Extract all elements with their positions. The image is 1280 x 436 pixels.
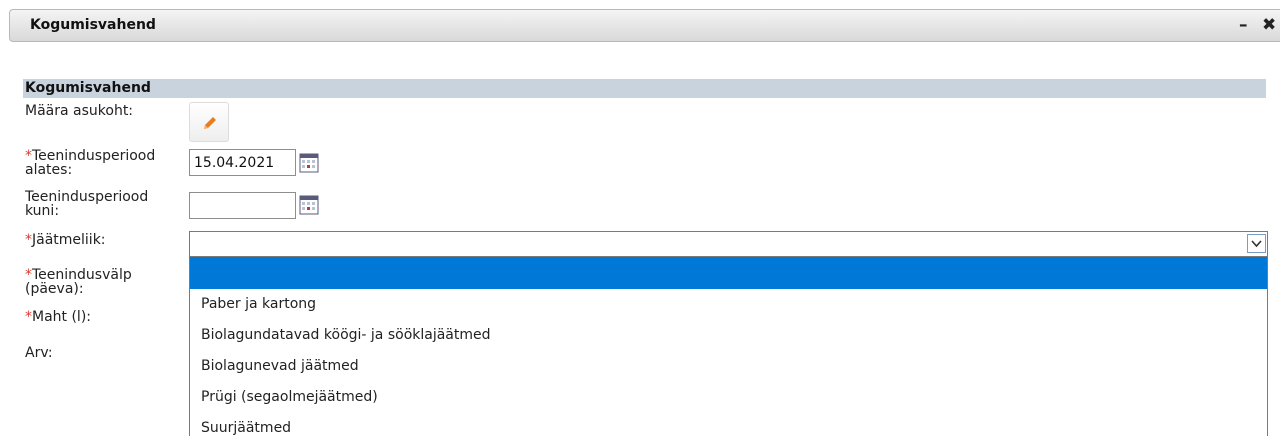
count-label: Arv: (25, 345, 53, 361)
pencil-icon (204, 117, 216, 129)
edit-location-button[interactable] (189, 102, 229, 142)
close-button[interactable]: ✖ (1262, 15, 1276, 35)
window-header: Kogumisvahend – ✖ (9, 9, 1280, 42)
period-from-input[interactable] (189, 149, 296, 176)
waste-type-select[interactable] (189, 231, 1268, 257)
dropdown-option[interactable]: Suurjäätmed (190, 413, 1267, 436)
period-from-label-line2: alates: (25, 162, 73, 178)
calendar-icon[interactable] (299, 195, 319, 215)
required-mark: * (25, 309, 32, 325)
period-to-label-line2: kuni: (25, 203, 60, 219)
period-to-label: Teenindusperiood kuni: (25, 190, 148, 218)
required-mark: * (25, 232, 32, 248)
section-header: Kogumisvahend (23, 79, 1266, 98)
window-title: Kogumisvahend (30, 17, 156, 33)
chevron-down-icon[interactable] (1247, 234, 1266, 253)
location-label: Määra asukoht: (25, 103, 134, 119)
minimize-button[interactable]: – (1239, 15, 1248, 35)
service-interval-label: *Teenindusvälp (päeva): (25, 268, 132, 296)
waste-type-dropdown-list[interactable]: Paber ja kartong Biolagundatavad köögi- … (189, 257, 1268, 436)
volume-label: *Maht (l): (25, 310, 91, 324)
period-to-input[interactable] (189, 192, 296, 219)
period-from-label: *Teenindusperiood alates: (25, 149, 155, 177)
waste-type-label: *Jäätmeliik: (25, 233, 106, 247)
waste-type-label-text: Jäätmeliik: (32, 232, 106, 248)
dropdown-option-empty[interactable] (190, 257, 1267, 289)
dropdown-option[interactable]: Biolagundatavad köögi- ja sööklajäätmed (190, 320, 1267, 351)
dropdown-option[interactable]: Prügi (segaolmejäätmed) (190, 382, 1267, 413)
dropdown-option[interactable]: Paber ja kartong (190, 289, 1267, 320)
calendar-icon[interactable] (299, 153, 319, 173)
volume-label-text: Maht (l): (32, 309, 92, 325)
dropdown-option[interactable]: Biolagunevad jäätmed (190, 351, 1267, 382)
service-interval-label-line2: (päeva): (25, 281, 84, 297)
